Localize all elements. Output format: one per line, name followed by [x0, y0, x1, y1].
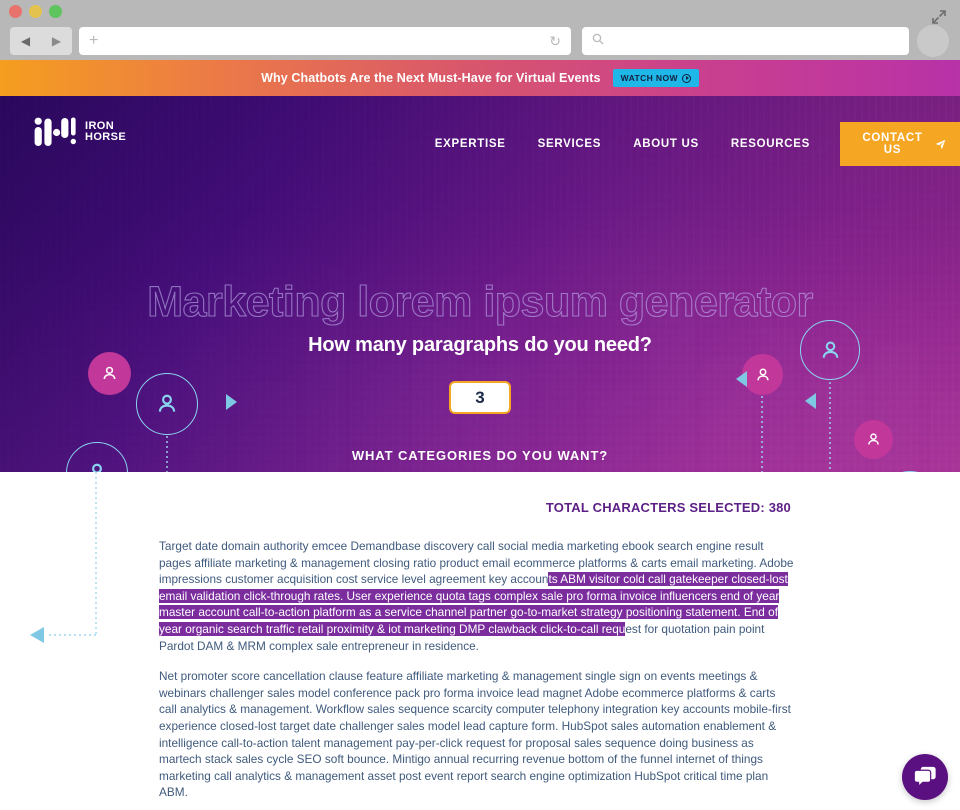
- paragraph-count-question: How many paragraphs do you need?: [308, 334, 652, 356]
- forward-icon[interactable]: ▶: [52, 35, 61, 47]
- browser-chrome: ◀ ▶ + ↻: [0, 0, 960, 60]
- nav-item-about-us[interactable]: ABOUT US: [617, 138, 715, 150]
- watch-now-button[interactable]: WATCH NOW: [612, 69, 699, 87]
- paragraph-2: Net promoter score cancellation clause f…: [159, 669, 791, 800]
- total-characters-selected: TOTAL CHARACTERS SELECTED: 380: [545, 500, 791, 515]
- expand-icon[interactable]: [930, 8, 948, 26]
- play-circle-icon: [681, 73, 691, 83]
- nav-item-expertise[interactable]: EXPERTISE: [419, 138, 522, 150]
- page-title: Marketing lorem ipsum generator: [147, 277, 814, 326]
- generated-text-article[interactable]: Target date domain authority emcee Deman…: [159, 538, 796, 810]
- paragraph-count-input[interactable]: [449, 381, 511, 414]
- reload-icon[interactable]: ↻: [549, 33, 561, 50]
- close-window-button[interactable]: [9, 5, 22, 18]
- contact-us-button[interactable]: CONTACT US: [840, 122, 960, 166]
- nav-item-resources[interactable]: RESOURCES: [715, 138, 826, 150]
- results-section: TOTAL CHARACTERS SELECTED: 380 Target da…: [0, 472, 960, 810]
- iron-horse-waveform-logo-icon: [34, 117, 76, 146]
- paper-plane-icon: [935, 139, 946, 149]
- announcement-text: Why Chatbots Are the Next Must-Have for …: [261, 71, 601, 85]
- chat-widget-button[interactable]: [902, 754, 948, 800]
- chat-bubbles-icon: [913, 766, 936, 788]
- window-traffic-lights: [9, 5, 62, 18]
- nav-item-services[interactable]: SERVICES: [522, 138, 618, 150]
- search-icon: [592, 32, 604, 50]
- search-bar[interactable]: [582, 27, 909, 55]
- minimize-window-button[interactable]: [29, 5, 42, 18]
- paragraph-count-field-wrap: [0, 381, 960, 414]
- main-navigation: EXPERTISE SERVICES ABOUT US RESOURCES CO…: [419, 122, 960, 166]
- categories-label: WHAT CATEGORIES DO YOU WANT?: [351, 448, 609, 463]
- contact-us-label: CONTACT US: [862, 132, 923, 156]
- address-bar[interactable]: + ↻: [79, 27, 571, 55]
- hero-section: IRON HORSE EXPERTISE SERVICES ABOUT US R…: [0, 96, 960, 472]
- site-logo[interactable]: IRON HORSE: [34, 117, 126, 147]
- logo-line-2: HORSE: [85, 131, 127, 143]
- paragraph-1: Target date domain authority emcee Deman…: [159, 538, 796, 654]
- watch-now-label: WATCH NOW: [620, 73, 678, 83]
- back-icon[interactable]: ◀: [21, 35, 30, 47]
- logo-wordmark: IRON HORSE: [85, 120, 127, 144]
- site-header: IRON HORSE EXPERTISE SERVICES ABOUT US R…: [0, 96, 960, 178]
- new-tab-plus-icon[interactable]: +: [89, 32, 98, 50]
- maximize-window-button[interactable]: [49, 5, 62, 18]
- profile-avatar[interactable]: [917, 25, 949, 57]
- browser-nav-buttons: ◀ ▶: [10, 27, 72, 55]
- announcement-bar: Why Chatbots Are the Next Must-Have for …: [0, 60, 960, 96]
